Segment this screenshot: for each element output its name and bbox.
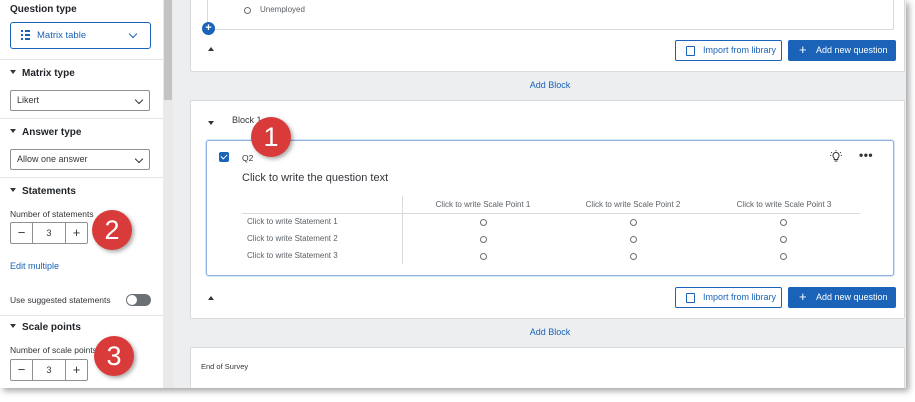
question-type-title: Question type (10, 4, 77, 15)
chevron-down-icon (128, 29, 138, 39)
answer-option-label: Unemployed (260, 5, 305, 14)
end-of-survey-title: End of Survey (201, 362, 249, 371)
collapse-block-icon[interactable] (208, 296, 214, 300)
end-of-survey-block: End of Survey (190, 347, 905, 388)
previous-block: Unemployed Import from library + Add new… (190, 0, 905, 72)
matrix-type-title[interactable]: Matrix type (10, 68, 75, 79)
matrix-radio[interactable] (480, 253, 487, 260)
statements-count-label: Number of statements (10, 209, 94, 219)
suggested-statements-label: Use suggested statements (10, 295, 111, 305)
question-id: Q2 (242, 153, 254, 163)
collapse-caret-icon (10, 129, 16, 134)
statement-label[interactable]: Click to write Statement 2 (247, 234, 338, 243)
matrix-radio[interactable] (630, 236, 637, 243)
answer-radio[interactable] (244, 7, 251, 14)
scale-point-header[interactable]: Click to write Scale Point 2 (558, 200, 708, 209)
lightbulb-icon[interactable] (830, 150, 842, 168)
plus-icon: + (799, 42, 807, 57)
book-icon (686, 46, 695, 56)
question-type-section: Question type Matrix table (0, 0, 163, 60)
question-settings-sidebar: Question type Matrix table Matrix type L… (0, 0, 163, 388)
answer-type-value: Allow one answer (17, 154, 88, 164)
more-options-icon[interactable]: ••• (859, 149, 873, 161)
increment-button[interactable]: + (65, 223, 87, 243)
plus-icon: + (799, 289, 807, 304)
matrix-radio[interactable] (780, 236, 787, 243)
edit-multiple-link[interactable]: Edit multiple (10, 261, 59, 271)
insert-question-icon[interactable]: + (202, 22, 215, 35)
matrix-radio[interactable] (630, 253, 637, 260)
answer-type-title[interactable]: Answer type (10, 127, 81, 138)
scale-points-count-value[interactable]: 3 (33, 360, 65, 380)
matrix-radio[interactable] (480, 219, 487, 226)
chevron-down-icon (134, 154, 144, 164)
suggested-statements-toggle[interactable] (126, 294, 151, 306)
chevron-down-icon (134, 95, 144, 105)
question-text[interactable]: Click to write the question text (242, 172, 388, 184)
answer-type-section: Answer type Allow one answer (0, 119, 163, 178)
import-from-library-button[interactable]: Import from library (675, 287, 782, 308)
answer-type-select[interactable]: Allow one answer (10, 149, 150, 170)
question-type-value: Matrix table (37, 30, 87, 41)
matrix-type-value: Likert (17, 95, 40, 105)
collapse-block-icon[interactable] (208, 121, 214, 125)
collapse-caret-icon (10, 324, 16, 329)
matrix-radio[interactable] (630, 219, 637, 226)
scale-points-section: Scale points Number of scale points − 3 … (0, 316, 163, 388)
add-block-link[interactable]: Add Block (500, 80, 600, 90)
decrement-button[interactable]: − (11, 223, 33, 243)
matrix-grid: Click to write Scale Point 1 Click to wr… (242, 196, 860, 264)
decrement-button[interactable]: − (11, 360, 33, 380)
sidebar-scrollbar[interactable] (163, 0, 173, 388)
step-callout-3: 3 (94, 336, 134, 376)
scrollbar-thumb[interactable] (164, 0, 172, 100)
scale-points-title[interactable]: Scale points (10, 322, 81, 333)
grid-divider (242, 213, 860, 214)
statements-stepper: − 3 + (10, 222, 88, 244)
scale-points-stepper: − 3 + (10, 359, 88, 381)
statement-label[interactable]: Click to write Statement 1 (247, 217, 338, 226)
statements-title[interactable]: Statements (10, 186, 76, 197)
question-select-checkbox[interactable] (219, 152, 229, 162)
survey-editor: Question type Matrix table Matrix type L… (0, 0, 906, 388)
scale-point-header[interactable]: Click to write Scale Point 3 (709, 200, 859, 209)
matrix-type-section: Matrix type Likert (0, 60, 163, 119)
add-new-question-button[interactable]: + Add new question (788, 40, 896, 61)
step-callout-2: 2 (92, 210, 132, 250)
matrix-icon (21, 30, 30, 41)
scale-point-header[interactable]: Click to write Scale Point 1 (408, 200, 558, 209)
collapse-block-icon[interactable] (208, 47, 214, 51)
add-new-question-button[interactable]: + Add new question (788, 287, 896, 308)
matrix-radio[interactable] (780, 219, 787, 226)
previous-question-card[interactable]: Unemployed (207, 0, 894, 30)
statements-count-value[interactable]: 3 (33, 223, 65, 243)
step-callout-1: 1 (251, 117, 291, 157)
statement-label[interactable]: Click to write Statement 3 (247, 251, 338, 260)
add-block-link[interactable]: Add Block (500, 327, 600, 337)
scale-points-count-label: Number of scale points (10, 345, 97, 355)
matrix-radio[interactable] (780, 253, 787, 260)
collapse-caret-icon (10, 188, 16, 193)
collapse-caret-icon (10, 70, 16, 75)
increment-button[interactable]: + (65, 360, 87, 380)
matrix-radio[interactable] (480, 236, 487, 243)
import-from-library-button[interactable]: Import from library (675, 40, 782, 61)
question-type-select[interactable]: Matrix table (10, 22, 151, 49)
matrix-type-select[interactable]: Likert (10, 90, 150, 111)
book-icon (686, 293, 695, 303)
grid-divider (402, 196, 403, 264)
question-card-q2[interactable]: Q2 ••• Click to write the question text … (206, 140, 894, 276)
